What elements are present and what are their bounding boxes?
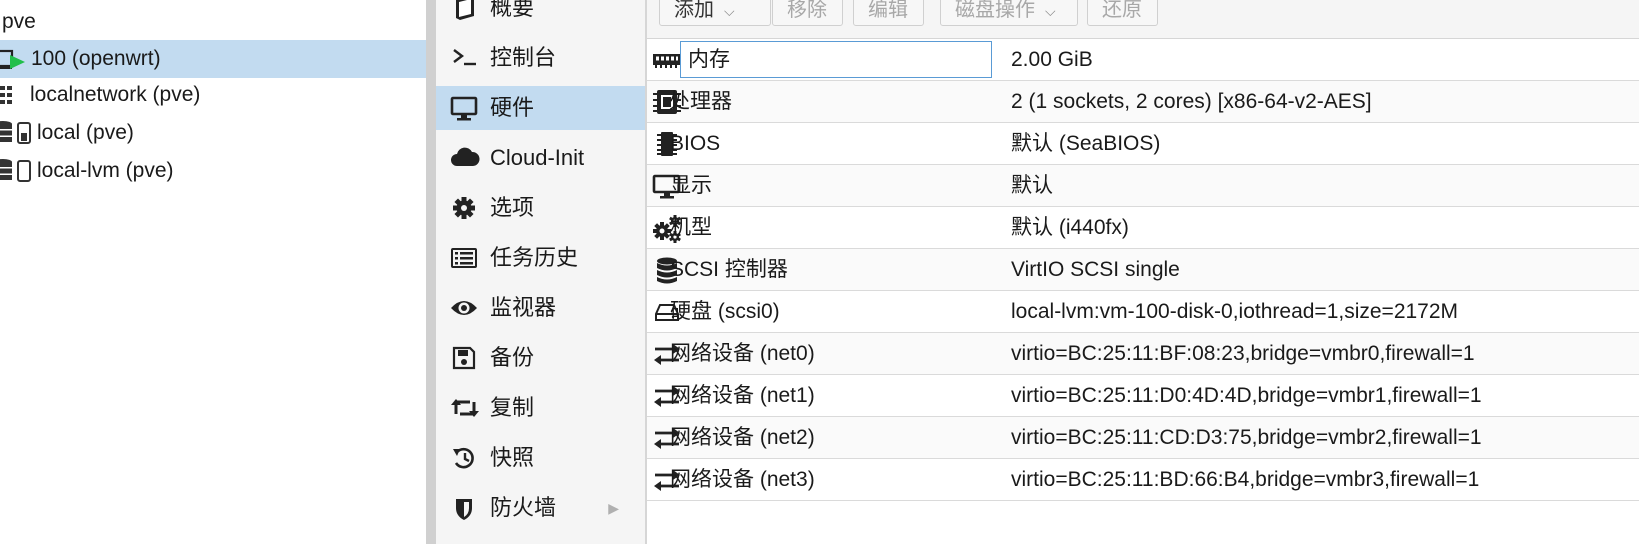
- nav-item-label: 监视器: [490, 295, 557, 320]
- network-grid-icon: [0, 76, 30, 114]
- nav-item-replication[interactable]: 复制: [436, 386, 645, 430]
- nav-item-label: 快照: [490, 445, 535, 470]
- tree-node-vm-100[interactable]: 100 (openwrt): [0, 40, 426, 78]
- nav-item-label: 备份: [490, 345, 535, 370]
- hardware-row-hard-disk[interactable]: 硬盘 (scsi0) local-lvm:vm-100-disk-0,iothr…: [647, 291, 1639, 333]
- remove-button[interactable]: 移除: [772, 0, 843, 26]
- hardware-row-key: 网络设备 (net0): [670, 342, 815, 365]
- hardware-row-value: 默认: [1011, 174, 1053, 197]
- hardware-row-net0[interactable]: 网络设备 (net0) virtio=BC:25:11:BF:08:23,bri…: [647, 333, 1639, 375]
- tree-node-local[interactable]: local (pve): [0, 114, 426, 152]
- edit-button-label: 编辑: [868, 0, 908, 21]
- nav-item-hardware[interactable]: 硬件: [436, 86, 645, 130]
- tree-node-pve[interactable]: pve: [0, 4, 36, 40]
- hardware-row-value: 2 (1 sockets, 2 cores) [x86-64-v2-AES]: [1011, 90, 1372, 113]
- hardware-row-machine[interactable]: 机型 默认 (i440fx): [647, 207, 1639, 249]
- nav-item-label: 任务历史: [490, 245, 579, 270]
- storage-icon: [0, 152, 31, 190]
- hardware-row-key: 网络设备 (net2): [670, 426, 815, 449]
- memory-icon: [651, 39, 683, 81]
- hardware-row-key: 显示: [670, 174, 712, 197]
- hardware-row-key: 处理器: [669, 90, 732, 113]
- hardware-row-net3[interactable]: 网络设备 (net3) virtio=BC:25:11:BD:66:B4,bri…: [647, 459, 1639, 501]
- hardware-row-value: 默认 (i440fx): [1011, 216, 1129, 239]
- desktop-icon: [450, 86, 480, 130]
- nav-item-label: 复制: [490, 395, 535, 420]
- nav-item-label: Cloud-Init: [490, 145, 585, 170]
- tree-node-label: 100 (openwrt): [31, 47, 161, 70]
- chevron-down-icon: ⌵: [1045, 3, 1056, 19]
- remove-button-label: 移除: [787, 0, 827, 21]
- hardware-row-key: 硬盘 (scsi0): [670, 300, 780, 323]
- chevron-down-icon: ⌵: [724, 3, 735, 19]
- hardware-row-value: virtio=BC:25:11:D0:4D:4D,bridge=vmbr1,fi…: [1011, 384, 1482, 407]
- nav-item-label: 概要: [490, 0, 535, 20]
- hardware-row-value: local-lvm:vm-100-disk-0,iothread=1,size=…: [1011, 300, 1459, 323]
- hardware-row-key: 机型: [670, 216, 712, 239]
- hardware-row-value: VirtIO SCSI single: [1011, 258, 1180, 281]
- hardware-row-net2[interactable]: 网络设备 (net2) virtio=BC:25:11:CD:D3:75,bri…: [647, 417, 1639, 459]
- hardware-row-processor[interactable]: 处理器 2 (1 sockets, 2 cores) [x86-64-v2-AE…: [647, 81, 1639, 123]
- nav-item-options[interactable]: 选项: [436, 186, 645, 230]
- nav-item-snapshot[interactable]: 快照: [436, 436, 645, 480]
- disk-action-button[interactable]: 磁盘操作 ⌵: [940, 0, 1078, 26]
- eye-icon: [450, 286, 480, 330]
- edit-button[interactable]: 编辑: [853, 0, 924, 26]
- nav-item-console[interactable]: 控制台: [436, 36, 645, 80]
- tree-node-local-lvm[interactable]: local-lvm (pve): [0, 152, 426, 190]
- vm-nav-menu: 概要 控制台 硬件 Cloud-Init 选项 任务历史 监视器 备份 复制 快…: [436, 0, 645, 544]
- gear-icon: [450, 186, 480, 230]
- disk-action-button-label: 磁盘操作: [955, 0, 1035, 21]
- add-button-label: 添加: [674, 0, 714, 21]
- vm-running-icon: [0, 40, 30, 78]
- list-icon: [450, 236, 480, 280]
- hardware-row-value: 默认 (SeaBIOS): [1011, 132, 1161, 155]
- hardware-row-value: virtio=BC:25:11:BD:66:B4,bridge=vmbr3,fi…: [1011, 468, 1480, 491]
- shield-icon: [450, 486, 480, 530]
- nav-item-monitor[interactable]: 监视器: [436, 286, 645, 330]
- hardware-row-net1[interactable]: 网络设备 (net1) virtio=BC:25:11:D0:4D:4D,bri…: [647, 375, 1639, 417]
- tree-node-label: pve: [2, 10, 36, 33]
- tree-node-localnetwork[interactable]: localnetwork (pve): [0, 76, 426, 114]
- revert-button-label: 还原: [1102, 0, 1142, 21]
- revert-button[interactable]: 还原: [1087, 0, 1158, 26]
- nav-item-label: 硬件: [490, 95, 535, 120]
- nav-item-label: 选项: [490, 195, 535, 220]
- add-button[interactable]: 添加 ⌵: [659, 0, 771, 26]
- submenu-arrow-icon: ▶: [608, 500, 619, 516]
- hardware-row-key: 网络设备 (net1): [670, 384, 815, 407]
- nav-item-backup[interactable]: 备份: [436, 336, 645, 380]
- hardware-row-memory[interactable]: 内存 2.00 GiB: [647, 39, 1639, 81]
- hardware-row-key: 内存: [688, 48, 730, 71]
- floppy-icon: [450, 336, 480, 380]
- book-icon: [450, 0, 480, 30]
- nav-item-label: 控制台: [490, 45, 557, 70]
- tree-node-label: localnetwork (pve): [30, 83, 201, 106]
- tree-node-label: local-lvm (pve): [37, 159, 174, 182]
- hardware-toolbar: 添加 ⌵ 移除 编辑 磁盘操作 ⌵ 还原: [647, 0, 1639, 39]
- hardware-row-display[interactable]: 显示 默认: [647, 165, 1639, 207]
- hardware-row-key: SCSI 控制器: [670, 258, 788, 281]
- hardware-row-value: virtio=BC:25:11:CD:D3:75,bridge=vmbr2,fi…: [1011, 426, 1482, 449]
- history-icon: [450, 436, 480, 480]
- hardware-row-key: BIOS: [670, 132, 721, 155]
- storage-icon: [0, 114, 31, 152]
- nav-item-cloud-init[interactable]: Cloud-Init: [436, 136, 645, 180]
- panel-splitter[interactable]: [426, 0, 436, 544]
- retweet-icon: [450, 386, 480, 430]
- hardware-row-value: virtio=BC:25:11:BF:08:23,bridge=vmbr0,fi…: [1011, 342, 1475, 365]
- nav-item-task-history[interactable]: 任务历史: [436, 236, 645, 280]
- hardware-row-key: 网络设备 (net3): [670, 468, 815, 491]
- cloud-icon: [450, 136, 480, 180]
- hardware-row-scsi-controller[interactable]: SCSI 控制器 VirtIO SCSI single: [647, 249, 1639, 291]
- nav-item-label: 防火墙: [490, 495, 557, 520]
- hardware-row-value: 2.00 GiB: [1011, 48, 1093, 71]
- nav-item-firewall[interactable]: 防火墙 ▶: [436, 486, 645, 530]
- nav-item-summary[interactable]: 概要: [436, 0, 645, 30]
- terminal-icon: [450, 36, 480, 80]
- resource-tree: pve 100 (openwrt) localnetwork (pve) loc…: [0, 0, 426, 544]
- tree-node-label: local (pve): [37, 121, 134, 144]
- hardware-row-bios[interactable]: BIOS 默认 (SeaBIOS): [647, 123, 1639, 165]
